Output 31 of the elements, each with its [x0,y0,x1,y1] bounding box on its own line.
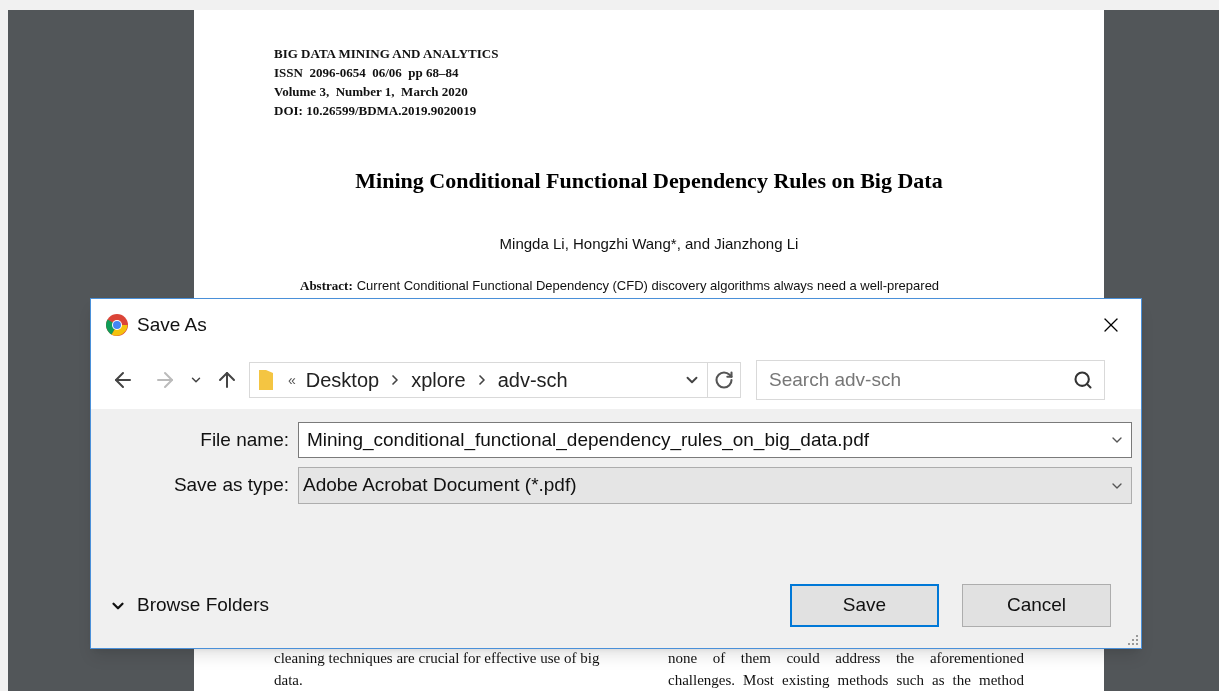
body-text-line: data. [274,671,304,690]
dialog-title: Save As [137,312,207,337]
folder-icon [258,368,274,392]
journal-info: Volume 3, Number 1, March 2020 [274,83,469,101]
journal-info: ISSN 2096-0654 06/06 pp 68–84 [274,64,460,82]
body-text-line: challenges. Most existing methods such as the method [668,671,1024,690]
refresh-icon[interactable] [714,370,734,390]
body-text-line: none of them could address the aforementioned [668,649,1024,668]
paper-authors: Mingda Li, Hongzhi Wang*, and Jianzhong Li [498,234,800,254]
browse-folders-toggle[interactable]: Browse Folders [109,591,269,620]
breadcrumb-item[interactable]: xplore [411,365,466,395]
breadcrumb-item[interactable]: Desktop [305,365,380,395]
file-name-field[interactable]: Mining_conditional_functional_dependency_rules_on_big_data.pdf [298,422,1132,458]
address-bar[interactable]: « Desktop xplore adv-sch [249,362,741,398]
app-logo-icon [105,313,129,337]
body-text-line: cleaning techniques are crucial for effective use of big [274,649,601,668]
search-icon [1073,370,1093,390]
paper-title: Mining Conditional Functional Dependency Rules on Big Data [354,167,944,195]
resize-grip-icon[interactable] [1128,635,1138,645]
breadcrumb-item[interactable]: adv-sch [497,365,568,395]
field-label: Save as type: [172,473,290,498]
file-type-select[interactable]: Adobe Acrobat Document (*.pdf) [298,467,1132,504]
abstract-text: Current Conditional Functional Dependency (CFD) discovery algorithms always need a well-prepared [356,276,940,295]
journal-info: DOI: 10.26599/BDMA.2019.9020019 [274,102,478,120]
path-prefix: « [288,370,296,390]
field-label: File name: [199,427,290,452]
journal-info: BIG DATA MINING AND ANALYTICS [274,45,500,63]
abstract-label: Abstract: [300,276,353,295]
search-field[interactable]: Search adv-sch [756,360,1105,400]
dialog-button[interactable]: Cancel [962,584,1111,627]
dialog-button[interactable]: Save [790,584,939,627]
